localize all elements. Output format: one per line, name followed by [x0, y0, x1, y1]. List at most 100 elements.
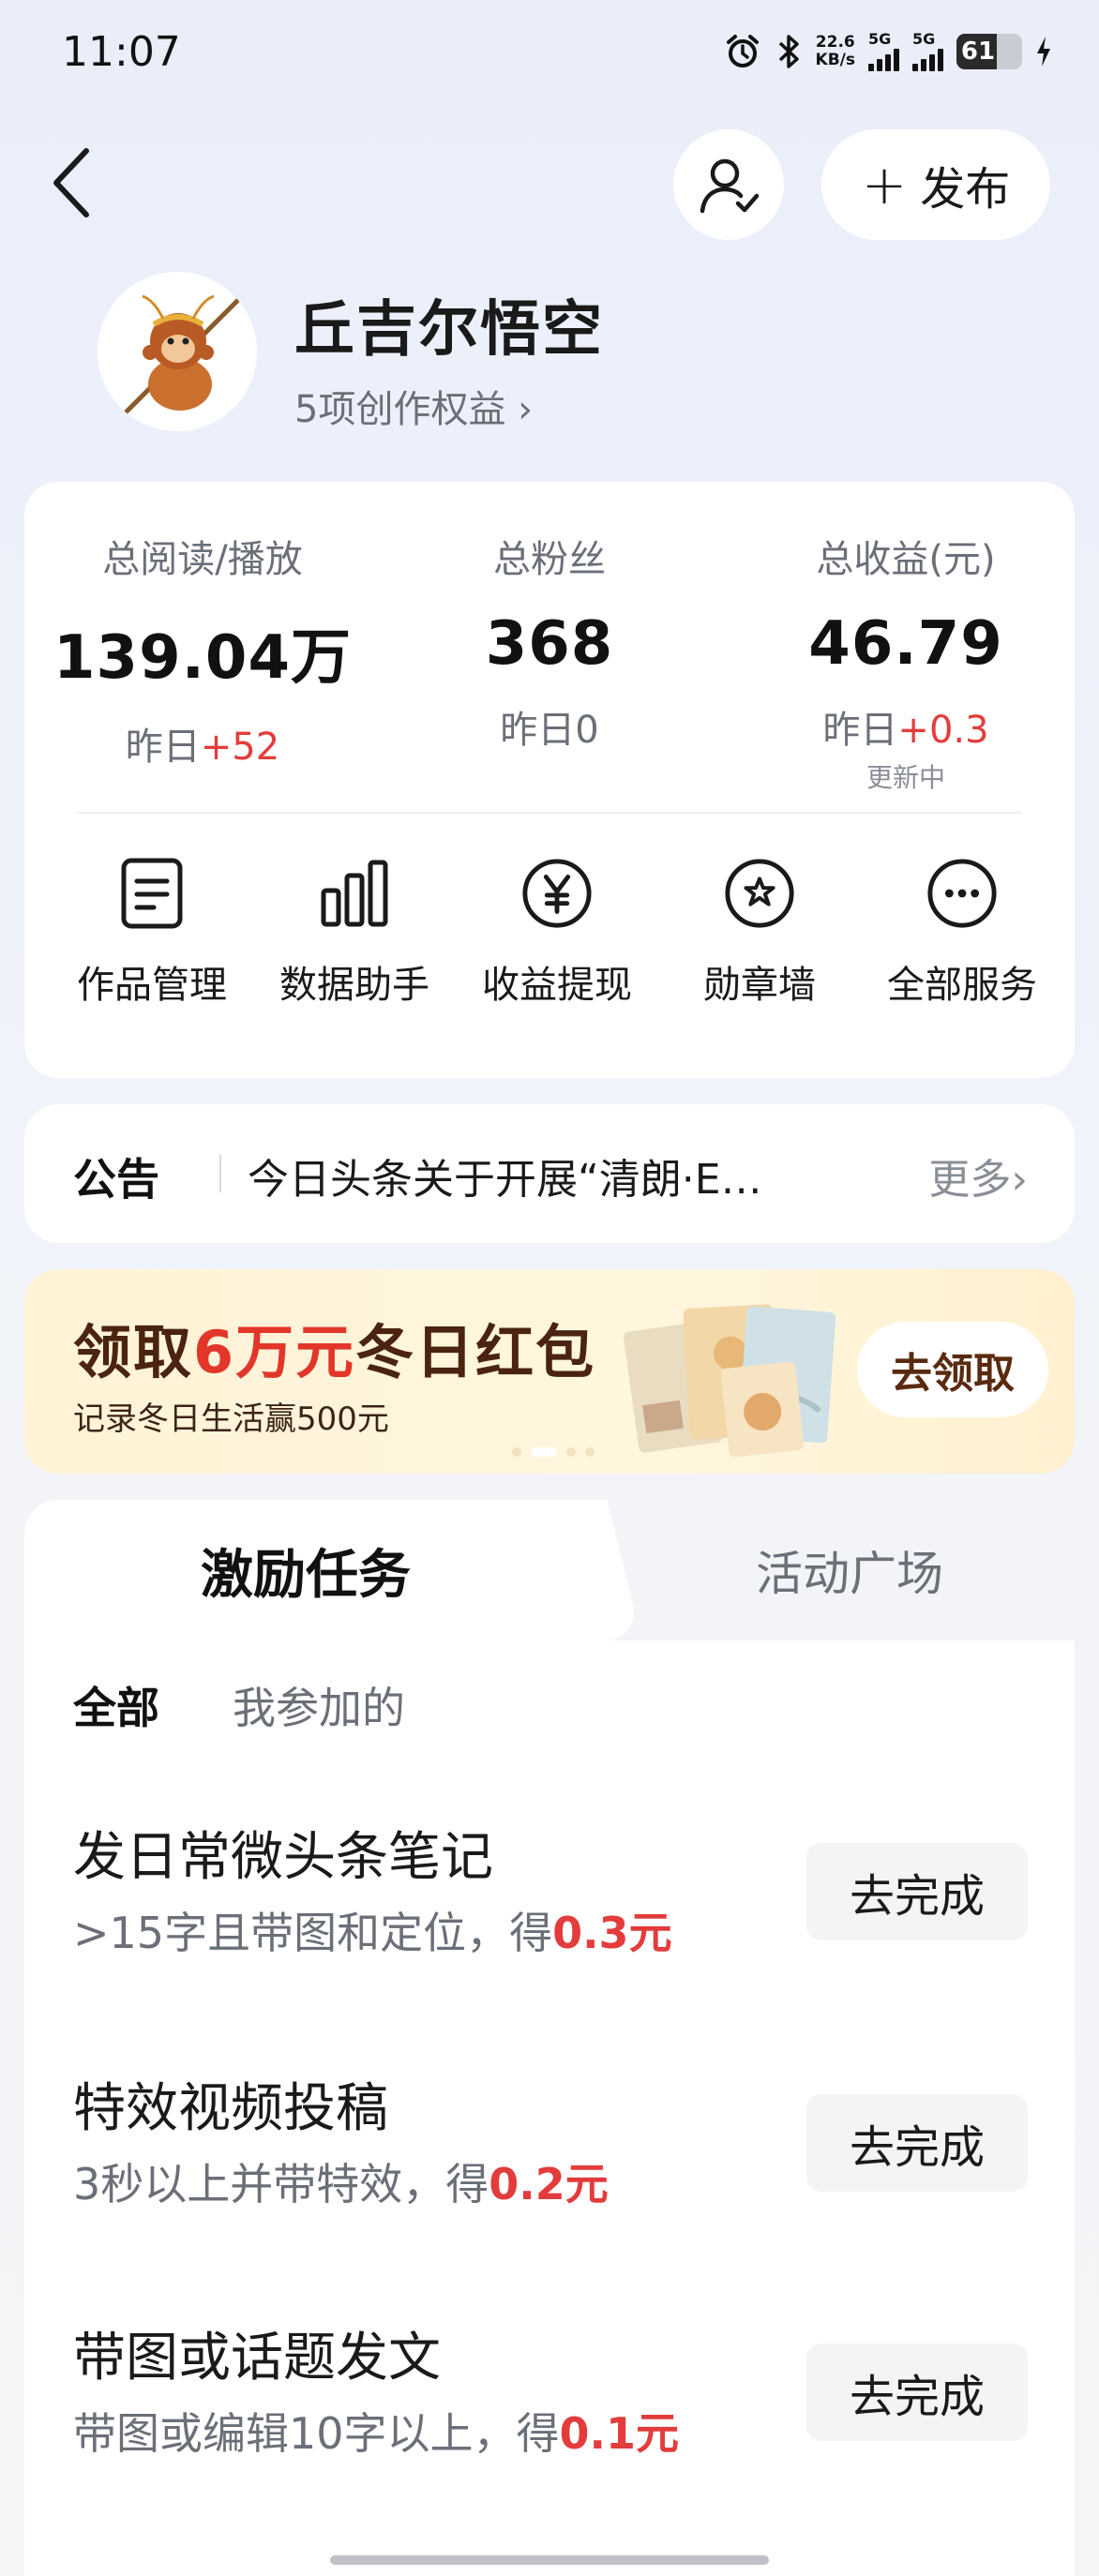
- publish-button[interactable]: + 发布: [821, 129, 1050, 240]
- status-bar: 11:07 22.6 KB/s 5G 5G 61: [0, 0, 1099, 112]
- task-desc: 带图或编辑10字以上，得0.1元: [73, 2400, 679, 2462]
- carousel-dot: [512, 1447, 521, 1457]
- task-desc: 3秒以上并带特效，得0.2元: [73, 2150, 609, 2212]
- banner-subtitle: 记录冬日生活赢500元: [73, 1400, 389, 1438]
- banner-title-highlight: 6万元: [193, 1318, 356, 1386]
- plus-icon: +: [861, 153, 908, 217]
- banner-title-post: 冬日红包: [355, 1318, 596, 1386]
- sim2-label: 5G: [912, 30, 936, 48]
- divider: [219, 1155, 221, 1192]
- battery-icon: 61: [956, 34, 1022, 69]
- task-desc-text: >15字且带图和定位，得: [73, 1908, 553, 1958]
- bar-chart-icon: [318, 857, 391, 930]
- tool-works-management[interactable]: 作品管理: [49, 857, 255, 1009]
- charging-icon: [1035, 35, 1052, 68]
- tool-label: 数据助手: [279, 964, 429, 1007]
- tool-label: 收益提现: [482, 964, 632, 1007]
- status-time: 11:07: [62, 28, 181, 76]
- tool-label: 作品管理: [77, 964, 227, 1007]
- yesterday-prefix: 昨日: [500, 709, 576, 752]
- stat-yesterday: 昨日0: [390, 699, 709, 754]
- carousel-dot: [566, 1447, 576, 1457]
- stat-yesterday: 昨日+0.3: [746, 699, 1065, 754]
- chevron-left-icon: [53, 148, 89, 217]
- tool-medal-wall[interactable]: 勋章墙: [656, 857, 863, 1009]
- tool-grid: 作品管理 数据助手 收益提现 勋章墙 全部服务: [24, 857, 1075, 1044]
- banner-title-pre: 领取: [73, 1318, 194, 1386]
- announcement-text[interactable]: 今日头条关于开展“清朗·E…: [248, 1146, 904, 1206]
- signal-sim2: 5G: [912, 32, 943, 71]
- stat-total-reads[interactable]: 总阅读/播放 139.04万 昨日+52: [43, 529, 362, 771]
- medal-icon: [723, 857, 796, 930]
- carousel-dot: [585, 1447, 595, 1457]
- user-check-icon: [700, 158, 760, 214]
- status-icons: 22.6 KB/s 5G 5G 61: [724, 32, 1052, 71]
- stat-total-fans[interactable]: 总粉丝 368 昨日0: [390, 529, 709, 754]
- task-desc: >15字且带图和定位，得0.3元: [73, 1899, 672, 1961]
- signal-bars-icon: [912, 47, 943, 71]
- tool-label: 勋章墙: [703, 964, 816, 1007]
- stat-yesterday: 昨日+52: [43, 716, 362, 771]
- stat-label: 总阅读/播放: [102, 538, 303, 581]
- tasks-card: 激励任务 活动广场 全部 我参加的 发日常微头条笔记 >15字且带图和定位，得0…: [24, 1500, 1075, 2576]
- document-icon: [115, 857, 188, 930]
- back-button[interactable]: [49, 141, 105, 225]
- task-title: 特效视频投稿: [73, 2078, 388, 2139]
- task-reward: 0.3元: [552, 1908, 672, 1958]
- task-desc-text: 3秒以上并带特效，得: [73, 2159, 489, 2209]
- task-reward: 0.1元: [559, 2408, 680, 2459]
- monkey-king-avatar-image: [98, 272, 257, 431]
- task-complete-button[interactable]: 去完成: [806, 2344, 1028, 2441]
- yesterday-prefix: 昨日: [125, 726, 201, 769]
- stat-label: 总收益(元): [816, 538, 996, 581]
- yesterday-value: 0: [575, 709, 599, 752]
- task-complete-button[interactable]: 去完成: [806, 1843, 1028, 1940]
- banner-title: 领取6万元冬日红包: [73, 1305, 595, 1389]
- stat-value: 368: [485, 609, 614, 679]
- announcement-bar[interactable]: 公告 今日头条关于开展“清朗·E… 更多›: [24, 1104, 1075, 1243]
- task-title: 发日常微头条笔记: [73, 1827, 493, 1888]
- task-item: 带图或话题发文 带图或编辑10字以上，得0.1元 去完成: [24, 2315, 1075, 2522]
- network-speed-unit: KB/s: [815, 51, 855, 69]
- profile-settings-button[interactable]: [673, 129, 784, 240]
- tool-label: 全部服务: [887, 964, 1037, 1007]
- tab-activity-square[interactable]: 活动广场: [625, 1500, 1075, 1640]
- stats-card: 总阅读/播放 139.04万 昨日+52 总粉丝 368 昨日0 总收益(元) …: [24, 482, 1075, 1078]
- carousel-dot-active: [531, 1447, 557, 1457]
- network-speed-value: 22.6: [815, 33, 855, 52]
- stat-value: 139.04万: [53, 623, 352, 693]
- tool-data-assistant[interactable]: 数据助手: [251, 857, 458, 1009]
- stat-label: 总粉丝: [493, 538, 606, 581]
- filter-joined[interactable]: 我参加的: [233, 1674, 405, 1736]
- task-item: 特效视频投稿 3秒以上并带特效，得0.2元 去完成: [24, 2066, 1075, 2272]
- tab-incentive-tasks[interactable]: 激励任务: [24, 1500, 587, 1640]
- signal-sim1: 5G: [868, 32, 899, 71]
- home-indicator[interactable]: [330, 2555, 769, 2565]
- postcards-illustration: [623, 1304, 836, 1458]
- yesterday-value: +0.3: [897, 709, 989, 752]
- battery-level: 61: [960, 37, 996, 66]
- sim1-label: 5G: [868, 30, 892, 48]
- tool-all-services[interactable]: 全部服务: [859, 857, 1065, 1009]
- stat-total-income[interactable]: 总收益(元) 46.79 昨日+0.3 更新中: [746, 529, 1065, 795]
- task-reward: 0.2元: [489, 2159, 609, 2209]
- creator-benefits-link[interactable]: 5项创作权益 ›: [294, 379, 533, 433]
- tool-income-withdraw[interactable]: 收益提现: [454, 857, 660, 1009]
- banner-claim-button[interactable]: 去领取: [857, 1322, 1048, 1417]
- publish-label: 发布: [920, 163, 1011, 216]
- profile-name: 丘吉尔悟空: [294, 295, 604, 365]
- avatar[interactable]: [98, 272, 257, 431]
- task-complete-button[interactable]: 去完成: [806, 2094, 1028, 2192]
- announcement-title: 公告: [73, 1154, 159, 1205]
- carousel-dots: [512, 1447, 595, 1457]
- task-item: 发日常微头条笔记 >15字且带图和定位，得0.3元 去完成: [24, 1815, 1075, 2021]
- divider: [77, 812, 1022, 814]
- network-speed: 22.6 KB/s: [816, 34, 855, 69]
- stat-value: 46.79: [808, 609, 1003, 679]
- announcement-more-link[interactable]: 更多›: [928, 1146, 1028, 1206]
- promo-banner[interactable]: 领取6万元冬日红包 记录冬日生活赢500元 去领取: [24, 1269, 1075, 1474]
- yen-icon: [520, 857, 594, 930]
- bluetooth-icon: [775, 33, 803, 70]
- signal-bars-icon: [868, 47, 899, 71]
- filter-all[interactable]: 全部: [73, 1674, 159, 1736]
